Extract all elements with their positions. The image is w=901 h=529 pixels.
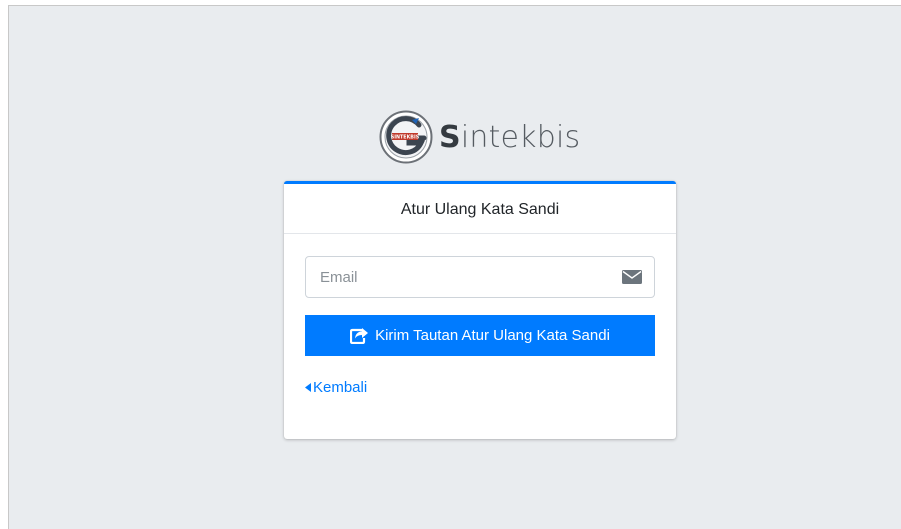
share-square-icon — [350, 328, 369, 344]
brand[interactable]: SINTEKBIS Sintekbis — [379, 110, 580, 164]
reset-password-card: Atur Ulang Kata Sandi Kirim Tautan Atur … — [284, 181, 676, 439]
email-input-group — [305, 256, 655, 298]
caret-left-icon — [305, 383, 311, 392]
brand-name: Sintekbis — [439, 120, 580, 155]
brand-first-letter: S — [439, 119, 461, 155]
back-link-label: Kembali — [313, 379, 368, 396]
page-viewport: SINTEKBIS Sintekbis Atur Ulang Kata Sand… — [8, 5, 901, 529]
envelope-icon — [622, 270, 642, 284]
email-input[interactable] — [306, 258, 622, 296]
back-link[interactable]: Kembali — [305, 379, 367, 396]
send-reset-link-button[interactable]: Kirim Tautan Atur Ulang Kata Sandi — [305, 315, 655, 356]
logo-text: SINTEKBIS — [391, 135, 420, 141]
send-reset-link-label: Kirim Tautan Atur Ulang Kata Sandi — [375, 327, 610, 344]
card-title: Atur Ulang Kata Sandi — [284, 184, 676, 234]
sintekbis-logo-icon: SINTEKBIS — [379, 110, 433, 164]
brand-rest: intekbis — [460, 119, 581, 155]
